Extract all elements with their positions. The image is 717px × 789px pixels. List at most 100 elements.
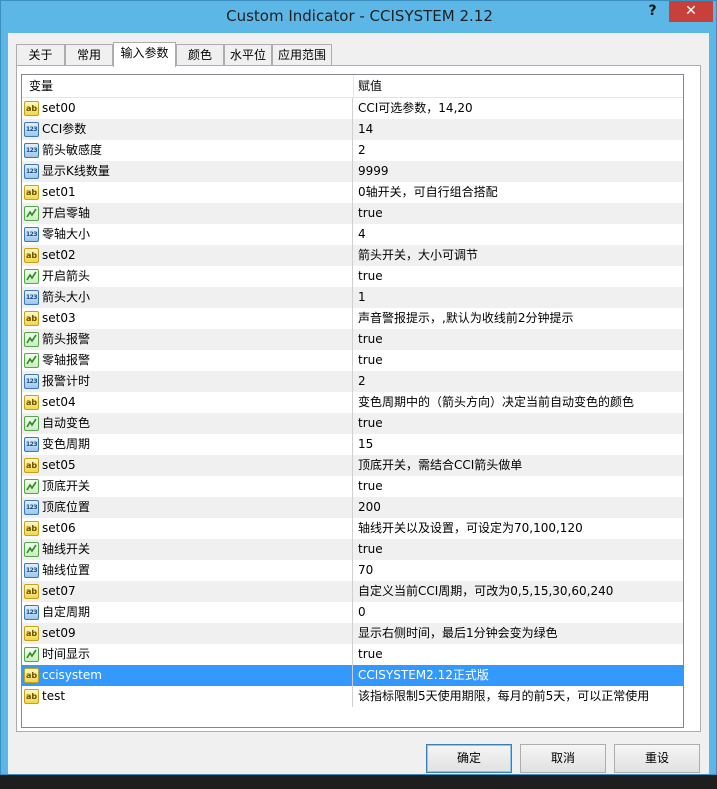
- value-cell[interactable]: true: [358, 476, 678, 497]
- value-cell[interactable]: 0: [358, 602, 678, 623]
- variable-cell[interactable]: 时间显示: [22, 644, 353, 665]
- parameter-row[interactable]: ab set02 箭头开关，大小可调节: [22, 245, 683, 266]
- parameter-row[interactable]: 123 轴线位置 70: [22, 560, 683, 581]
- value-cell[interactable]: true: [358, 350, 678, 371]
- variable-cell[interactable]: 顶底开关: [22, 476, 353, 497]
- variable-cell[interactable]: ab set00: [22, 98, 353, 119]
- value-cell[interactable]: 2: [358, 140, 678, 161]
- parameter-row[interactable]: ab ccisystem CCISYSTEM2.12正式版: [22, 665, 683, 686]
- header-divider[interactable]: [353, 75, 354, 97]
- variable-cell[interactable]: 123 显示K线数量: [22, 161, 353, 182]
- parameter-row[interactable]: 123 显示K线数量 9999: [22, 161, 683, 182]
- value-cell[interactable]: 4: [358, 224, 678, 245]
- value-cell[interactable]: CCISYSTEM2.12正式版: [358, 665, 678, 686]
- header-value[interactable]: 赋值: [358, 75, 382, 97]
- parameter-row[interactable]: ab set06 轴线开关以及设置，可设定为70,100,120: [22, 518, 683, 539]
- value-cell[interactable]: 声音警报提示，,默认为收线前2分钟提示: [358, 308, 678, 329]
- variable-cell[interactable]: ab set04: [22, 392, 353, 413]
- value-cell[interactable]: true: [358, 203, 678, 224]
- value-cell[interactable]: 70: [358, 560, 678, 581]
- variable-cell[interactable]: 箭头报警: [22, 329, 353, 350]
- variable-cell[interactable]: ab set02: [22, 245, 353, 266]
- variable-cell[interactable]: ab set06: [22, 518, 353, 539]
- value-cell[interactable]: 该指标限制5天使用期限，每月的前5天，可以正常使用: [358, 686, 678, 707]
- variable-cell[interactable]: 123 报警计时: [22, 371, 353, 392]
- variable-cell[interactable]: 开启箭头: [22, 266, 353, 287]
- close-icon[interactable]: ✕: [669, 1, 713, 22]
- parameter-row[interactable]: 123 报警计时 2: [22, 371, 683, 392]
- parameter-row[interactable]: ab set05 顶底开关，需结合CCI箭头做单: [22, 455, 683, 476]
- cancel-button[interactable]: 取消: [520, 744, 606, 773]
- parameter-row[interactable]: 123 变色周期 15: [22, 434, 683, 455]
- value-cell[interactable]: true: [358, 539, 678, 560]
- value-cell[interactable]: true: [358, 644, 678, 665]
- value-cell[interactable]: 显示右侧时间，最后1分钟会变为绿色: [358, 623, 678, 644]
- parameter-row[interactable]: 开启零轴 true: [22, 203, 683, 224]
- tab-common[interactable]: 常用: [65, 44, 113, 65]
- tab-levels[interactable]: 水平位: [224, 44, 272, 65]
- reset-button[interactable]: 重设: [614, 744, 700, 773]
- parameter-row[interactable]: ab set09 显示右侧时间，最后1分钟会变为绿色: [22, 623, 683, 644]
- value-cell[interactable]: true: [358, 329, 678, 350]
- variable-cell[interactable]: ab set09: [22, 623, 353, 644]
- parameter-row[interactable]: ab set01 0轴开关，可自行组合搭配: [22, 182, 683, 203]
- parameter-row[interactable]: ab set04 变色周期中的（箭头方向）决定当前自动变色的颜色: [22, 392, 683, 413]
- parameter-row[interactable]: 123 箭头敏感度 2: [22, 140, 683, 161]
- variable-cell[interactable]: ab ccisystem: [22, 665, 353, 686]
- parameter-row[interactable]: 123 箭头大小 1: [22, 287, 683, 308]
- parameter-row[interactable]: ab set00 CCI可选参数，14,20: [22, 98, 683, 119]
- tab-visualization[interactable]: 应用范围: [272, 44, 332, 65]
- parameter-row[interactable]: 123 自定周期 0: [22, 602, 683, 623]
- parameter-row[interactable]: 顶底开关 true: [22, 476, 683, 497]
- variable-cell[interactable]: 零轴报警: [22, 350, 353, 371]
- value-cell[interactable]: 变色周期中的（箭头方向）决定当前自动变色的颜色: [358, 392, 678, 413]
- tab-about[interactable]: 关于: [16, 44, 65, 65]
- parameter-row[interactable]: 123 顶底位置 200: [22, 497, 683, 518]
- parameter-row[interactable]: 时间显示 true: [22, 644, 683, 665]
- parameter-row[interactable]: 轴线开关 true: [22, 539, 683, 560]
- value-cell[interactable]: 0轴开关，可自行组合搭配: [358, 182, 678, 203]
- value-cell[interactable]: 9999: [358, 161, 678, 182]
- parameter-row[interactable]: ab set03 声音警报提示，,默认为收线前2分钟提示: [22, 308, 683, 329]
- value-cell[interactable]: 顶底开关，需结合CCI箭头做单: [358, 455, 678, 476]
- parameter-row[interactable]: 箭头报警 true: [22, 329, 683, 350]
- variable-cell[interactable]: 123 自定周期: [22, 602, 353, 623]
- ok-button[interactable]: 确定: [426, 744, 512, 773]
- tab-inputs[interactable]: 输入参数: [113, 42, 176, 67]
- variable-cell[interactable]: 123 CCI参数: [22, 119, 353, 140]
- parameter-row[interactable]: 零轴报警 true: [22, 350, 683, 371]
- header-variable[interactable]: 变量: [29, 75, 53, 97]
- variable-cell[interactable]: 开启零轴: [22, 203, 353, 224]
- value-cell[interactable]: 1: [358, 287, 678, 308]
- parameter-row[interactable]: ab set07 自定义当前CCI周期，可改为0,5,15,30,60,240: [22, 581, 683, 602]
- parameter-row[interactable]: 123 零轴大小 4: [22, 224, 683, 245]
- variable-cell[interactable]: ab test: [22, 686, 353, 707]
- value-cell[interactable]: 箭头开关，大小可调节: [358, 245, 678, 266]
- title-bar[interactable]: Custom Indicator - CCISYSTEM 2.12 ? ✕: [1, 1, 716, 33]
- parameter-row[interactable]: ab test 该指标限制5天使用期限，每月的前5天，可以正常使用: [22, 686, 683, 707]
- help-icon[interactable]: ?: [638, 1, 667, 22]
- value-cell[interactable]: 2: [358, 371, 678, 392]
- variable-cell[interactable]: 自动变色: [22, 413, 353, 434]
- parameter-row[interactable]: 自动变色 true: [22, 413, 683, 434]
- parameter-row[interactable]: 开启箭头 true: [22, 266, 683, 287]
- value-cell[interactable]: 15: [358, 434, 678, 455]
- variable-cell[interactable]: 123 变色周期: [22, 434, 353, 455]
- variable-cell[interactable]: 123 顶底位置: [22, 497, 353, 518]
- value-cell[interactable]: 200: [358, 497, 678, 518]
- variable-cell[interactable]: 123 箭头敏感度: [22, 140, 353, 161]
- value-cell[interactable]: true: [358, 413, 678, 434]
- parameter-row[interactable]: 123 CCI参数 14: [22, 119, 683, 140]
- variable-cell[interactable]: 123 零轴大小: [22, 224, 353, 245]
- variable-cell[interactable]: 123 箭头大小: [22, 287, 353, 308]
- variable-cell[interactable]: 123 轴线位置: [22, 560, 353, 581]
- value-cell[interactable]: 自定义当前CCI周期，可改为0,5,15,30,60,240: [358, 581, 678, 602]
- variable-cell[interactable]: ab set01: [22, 182, 353, 203]
- value-cell[interactable]: true: [358, 266, 678, 287]
- variable-cell[interactable]: 轴线开关: [22, 539, 353, 560]
- value-cell[interactable]: 14: [358, 119, 678, 140]
- tab-colors[interactable]: 颜色: [176, 44, 224, 65]
- value-cell[interactable]: 轴线开关以及设置，可设定为70,100,120: [358, 518, 678, 539]
- variable-cell[interactable]: ab set03: [22, 308, 353, 329]
- value-cell[interactable]: CCI可选参数，14,20: [358, 98, 678, 119]
